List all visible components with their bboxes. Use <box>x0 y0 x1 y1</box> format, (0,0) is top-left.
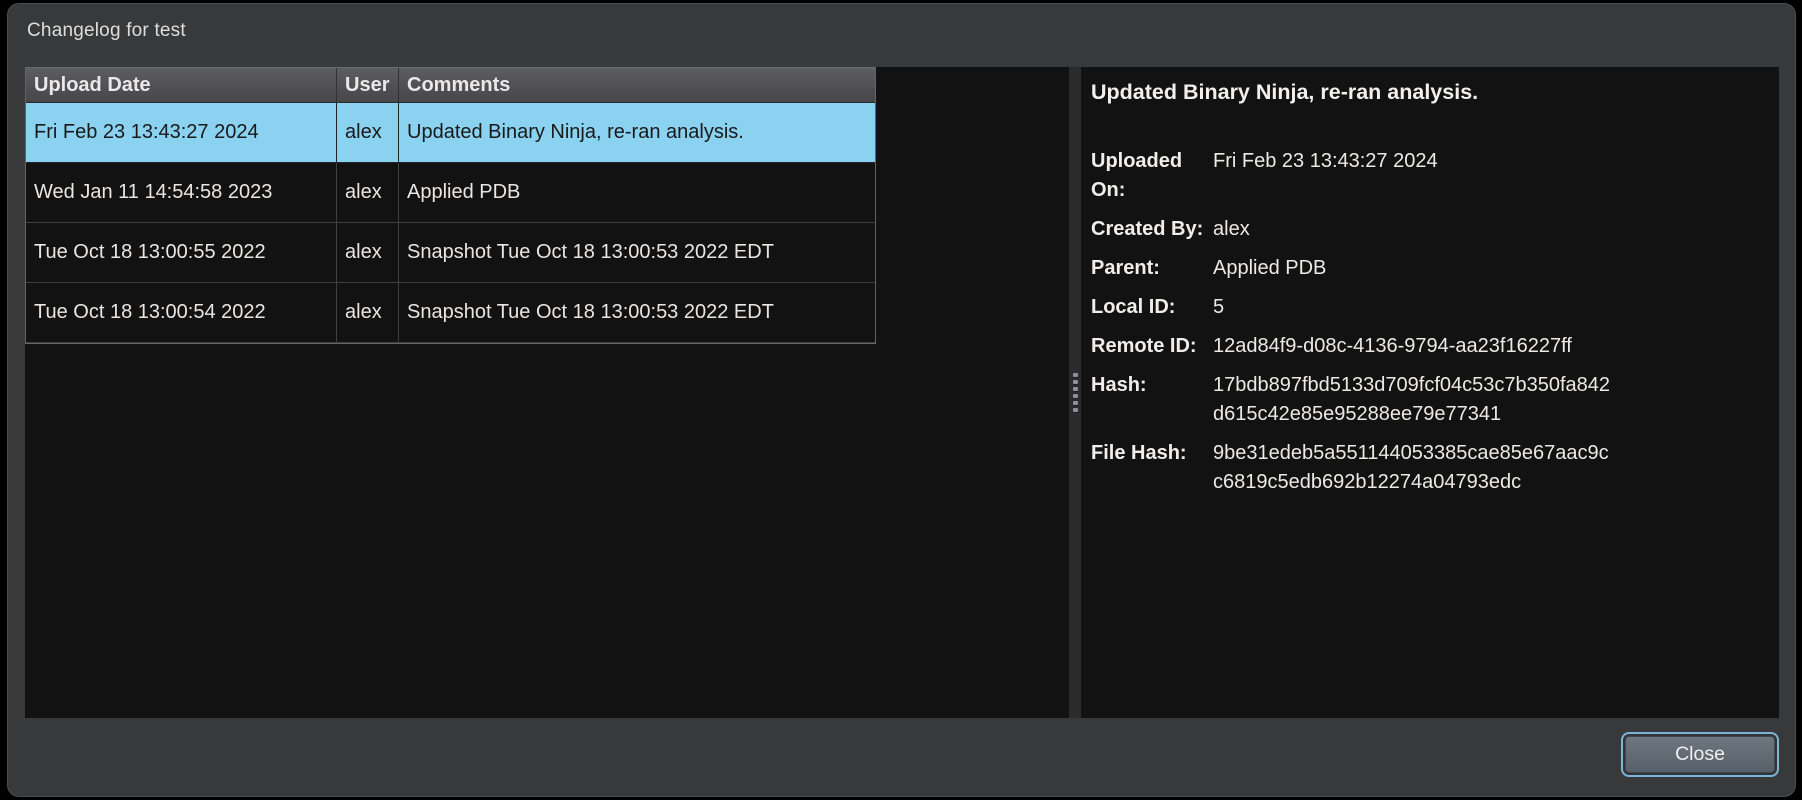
cell-upload_date[interactable]: Fri Feb 23 13:43:27 2024 <box>26 103 337 163</box>
cell-user[interactable]: alex <box>337 223 399 283</box>
table-row[interactable]: Wed Jan 11 14:54:58 2023 alex Applied PDB <box>26 163 875 223</box>
cell-comments[interactable]: Updated Binary Ninja, re-ran analysis. <box>399 103 875 163</box>
column-header-upload-date[interactable]: Upload Date <box>26 68 337 103</box>
close-button-focus-ring: Close <box>1621 732 1779 777</box>
detail-field: Hash: 17bdb897fbd5133d709fcf04c53c7b350fa… <box>1091 371 1765 429</box>
changelog-dialog: Changelog for test Upload Date User Commen… <box>7 3 1796 797</box>
splitter-grip-icon <box>1072 373 1078 377</box>
field-value: alex <box>1213 218 1250 240</box>
table-row[interactable]: Tue Oct 18 13:00:54 2022 alex Snapshot Tue… <box>26 283 875 343</box>
table-body: Fri Feb 23 13:43:27 2024 alex Updated Bina… <box>26 103 875 343</box>
column-header-user[interactable]: User <box>337 68 399 103</box>
splitter-grip-icon <box>1072 394 1078 398</box>
details-panel: Updated Binary Ninja, re-ran analysis. U… <box>1081 67 1779 718</box>
cell-upload_date[interactable]: Tue Oct 18 13:00:54 2022 <box>26 283 337 343</box>
cell-upload_date[interactable]: Tue Oct 18 13:00:55 2022 <box>26 223 337 283</box>
splitter-grip-icon <box>1072 380 1078 384</box>
details-heading: Updated Binary Ninja, re-ran analysis. <box>1091 80 1479 104</box>
table-row[interactable]: Tue Oct 18 13:00:55 2022 alex Snapshot Tue… <box>26 223 875 283</box>
field-value: Applied PDB <box>1213 257 1327 279</box>
detail-field: Parent: Applied PDB <box>1091 254 1765 283</box>
details-fields: Uploaded On: Fri Feb 23 13:43:27 2024 Crea… <box>1091 147 1765 497</box>
field-label: Local ID: <box>1091 296 1176 318</box>
cell-user[interactable]: alex <box>337 283 399 343</box>
field-label: Uploaded On: <box>1091 150 1183 201</box>
field-value: 9be31edeb5a551144053385cae85e67aac9cc681… <box>1213 442 1609 493</box>
detail-field: Remote ID: 12ad84f9-d08c-4136-9794-aa23f1… <box>1091 332 1765 361</box>
cell-upload_date[interactable]: Wed Jan 11 14:54:58 2023 <box>26 163 337 223</box>
changelog-table: Upload Date User Comments Fri Feb 23 13:43… <box>25 67 1069 718</box>
detail-field: Created By: alex <box>1091 215 1765 244</box>
cell-user[interactable]: alex <box>337 163 399 223</box>
field-label: Parent: <box>1091 257 1160 279</box>
field-value: Fri Feb 23 13:43:27 2024 <box>1213 150 1438 172</box>
detail-field: Uploaded On: Fri Feb 23 13:43:27 2024 <box>1091 147 1765 205</box>
cell-comments[interactable]: Applied PDB <box>399 163 875 223</box>
table-header-row: Upload Date User Comments <box>26 68 875 103</box>
splitter-grip-icon <box>1072 387 1078 391</box>
field-label: Remote ID: <box>1091 335 1197 357</box>
field-label: Created By: <box>1091 218 1204 240</box>
cell-comments[interactable]: Snapshot Tue Oct 18 13:00:53 2022 EDT <box>399 283 875 343</box>
close-button[interactable]: Close <box>1625 736 1775 773</box>
cell-user[interactable]: alex <box>337 103 399 163</box>
splitter-handle[interactable] <box>1069 67 1081 718</box>
field-value: 17bdb897fbd5133d709fcf04c53c7b350fa842d6… <box>1213 374 1611 425</box>
field-label: Hash: <box>1091 374 1147 396</box>
column-header-comments[interactable]: Comments <box>399 68 875 103</box>
field-value: 5 <box>1213 296 1225 318</box>
dialog-title: Changelog for test <box>27 20 186 41</box>
detail-field: File Hash: 9be31edeb5a551144053385cae85e6… <box>1091 439 1765 497</box>
table-row[interactable]: Fri Feb 23 13:43:27 2024 alex Updated Bina… <box>26 103 875 163</box>
changelog-table-grid: Upload Date User Comments Fri Feb 23 13:43… <box>25 67 876 344</box>
splitter-grip-icon <box>1072 401 1078 405</box>
detail-field: Local ID: 5 <box>1091 293 1765 322</box>
cell-comments[interactable]: Snapshot Tue Oct 18 13:00:53 2022 EDT <box>399 223 875 283</box>
splitter-grip-icon <box>1072 408 1078 412</box>
field-label: File Hash: <box>1091 442 1187 464</box>
field-value: 12ad84f9-d08c-4136-9794-aa23f16227ff <box>1213 335 1572 357</box>
